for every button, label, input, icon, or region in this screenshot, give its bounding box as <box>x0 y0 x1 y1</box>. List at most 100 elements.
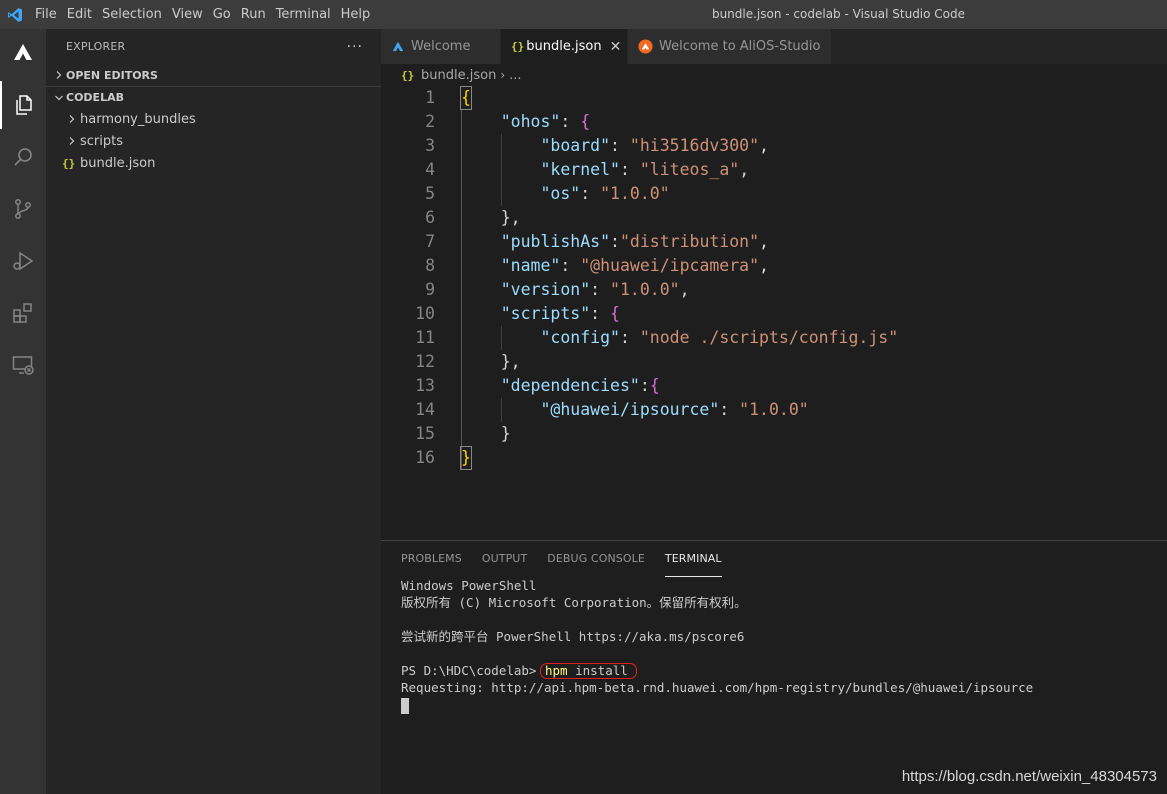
code-text: "kernel": "liteos_a", <box>540 160 750 179</box>
tree-item-label: harmony_bundles <box>80 111 196 127</box>
menu-edit[interactable]: Edit <box>62 0 97 29</box>
tab-welcome-alios-studio[interactable]: Welcome to AliOS-Studio <box>628 29 832 64</box>
line-number: 16 <box>415 448 435 467</box>
code-line: 10 "scripts": { <box>381 302 1167 326</box>
tab-bundle-json[interactable]: {} bundle.json ✕ <box>501 29 628 64</box>
code-line: 13 "dependencies":{ <box>381 374 1167 398</box>
menu-terminal[interactable]: Terminal <box>271 0 336 29</box>
json-key: "ohos" <box>500 112 561 131</box>
json-string: "1.0.0" <box>739 400 809 419</box>
json-key: "dependencies" <box>500 376 640 395</box>
terminal-line: 尝试新的跨平台 PowerShell https://aka.ms/pscore… <box>401 629 745 644</box>
breadcrumb-separator: › <box>500 68 506 82</box>
terminal-output[interactable]: Windows PowerShell 版权所有 (C) Microsoft Co… <box>401 577 1033 714</box>
code-editor[interactable]: 1{ 2 "ohos": { 3 "board": "hi3516dv300",… <box>381 86 1167 540</box>
brace: { <box>461 88 471 107</box>
title-bar: File Edit Selection View Go Run Terminal… <box>0 0 1167 29</box>
alios-icon[interactable] <box>0 29 46 77</box>
command-highlight-circle: hpm install <box>540 663 637 679</box>
line-number: 8 <box>425 256 435 275</box>
search-icon[interactable] <box>0 133 46 181</box>
code-line: 11 "config": "node ./scripts/config.js" <box>381 326 1167 350</box>
tab-label: Welcome to AliOS-Studio <box>659 39 821 54</box>
line-number: 9 <box>425 280 435 299</box>
breadcrumb-file[interactable]: bundle.json <box>421 68 496 83</box>
code-text: "os": "1.0.0" <box>540 184 670 203</box>
menu-go[interactable]: Go <box>208 0 236 29</box>
line-number: 5 <box>425 184 435 203</box>
tab-output[interactable]: OUTPUT <box>482 541 527 577</box>
run-debug-icon[interactable] <box>0 237 46 285</box>
code-text: "publishAs":"distribution", <box>500 232 769 251</box>
more-actions-icon[interactable]: ··· <box>347 39 363 55</box>
code-text: "@huawei/ipsource": "1.0.0" <box>540 400 809 419</box>
menu-view[interactable]: View <box>167 0 208 29</box>
chevron-right-icon <box>64 136 80 146</box>
line-number: 6 <box>425 208 435 227</box>
json-file-icon: {} <box>401 68 415 82</box>
line-number: 13 <box>415 376 435 395</box>
code-line: 14 "@huawei/ipsource": "1.0.0" <box>381 398 1167 422</box>
alios-icon <box>391 40 405 54</box>
tree-item-label: bundle.json <box>80 155 156 171</box>
code-text: } <box>461 446 471 470</box>
code-line: 1{ <box>381 86 1167 110</box>
json-string: "@huawei/ipcamera" <box>580 256 760 275</box>
code-text: "name": "@huawei/ipcamera", <box>500 256 769 275</box>
terminal-line: Windows PowerShell <box>401 578 537 593</box>
tab-debug-console[interactable]: DEBUG CONSOLE <box>547 541 645 577</box>
terminal-prompt: PS D:\HDC\codelab> <box>401 663 544 678</box>
json-key: "scripts" <box>500 304 591 323</box>
watermark: https://blog.csdn.net/weixin_48304573 <box>901 768 1157 785</box>
json-key: "name" <box>500 256 561 275</box>
panel-tabs: PROBLEMS OUTPUT DEBUG CONSOLE TERMINAL <box>381 541 1167 577</box>
activity-bar <box>0 29 46 794</box>
source-control-icon[interactable] <box>0 185 46 233</box>
terminal-cursor-line <box>401 696 1033 714</box>
breadcrumb-more[interactable]: ... <box>509 68 521 83</box>
tab-label: bundle.json <box>526 39 602 54</box>
tree-item-bundle-json[interactable]: {} bundle.json <box>46 152 381 174</box>
json-key: "board" <box>540 136 611 155</box>
alios-studio-icon <box>638 39 653 54</box>
tab-label: Welcome <box>411 39 471 54</box>
code-text: { <box>461 86 471 110</box>
close-icon[interactable]: ✕ <box>610 39 622 55</box>
remote-explorer-icon[interactable] <box>0 341 46 389</box>
json-file-icon: {} <box>62 156 76 170</box>
menu-bar: File Edit Selection View Go Run Terminal… <box>30 0 375 29</box>
line-number: 1 <box>425 88 435 107</box>
line-number: 12 <box>415 352 435 371</box>
menu-file[interactable]: File <box>30 0 62 29</box>
code-text: }, <box>500 208 521 227</box>
extensions-icon[interactable] <box>0 289 46 337</box>
open-editors-section[interactable]: OPEN EDITORS <box>46 64 381 86</box>
code-line: 12 }, <box>381 350 1167 374</box>
menu-run[interactable]: Run <box>236 0 271 29</box>
chevron-down-icon <box>52 93 66 103</box>
vscode-logo-icon[interactable] <box>0 0 30 29</box>
line-number: 3 <box>425 136 435 155</box>
line-number: 11 <box>415 328 435 347</box>
breadcrumb: {} bundle.json › ... <box>381 64 1167 86</box>
code-text: "scripts": { <box>500 304 620 323</box>
tab-terminal[interactable]: TERMINAL <box>664 541 722 577</box>
menu-help[interactable]: Help <box>336 0 376 29</box>
json-file-icon: {} <box>511 40 525 53</box>
line-number: 14 <box>415 400 435 419</box>
explorer-header: EXPLORER ··· <box>46 29 381 64</box>
tab-welcome[interactable]: Welcome <box>381 29 501 64</box>
tab-problems[interactable]: PROBLEMS <box>401 541 462 577</box>
tree-item-scripts[interactable]: scripts <box>46 130 381 152</box>
code-line: 15 } <box>381 422 1167 446</box>
code-text: "dependencies":{ <box>500 376 660 395</box>
code-line: 9 "version": "1.0.0", <box>381 278 1167 302</box>
codelab-folder-section[interactable]: CODELAB <box>46 86 381 108</box>
code-text: } <box>500 424 511 443</box>
tree-item-harmony-bundles[interactable]: harmony_bundles <box>46 108 381 130</box>
terminal-line-prompt: PS D:\HDC\codelab> hpm install <box>401 662 1033 679</box>
explorer-icon[interactable] <box>0 81 46 129</box>
menu-selection[interactable]: Selection <box>97 0 167 29</box>
line-number: 10 <box>415 304 435 323</box>
